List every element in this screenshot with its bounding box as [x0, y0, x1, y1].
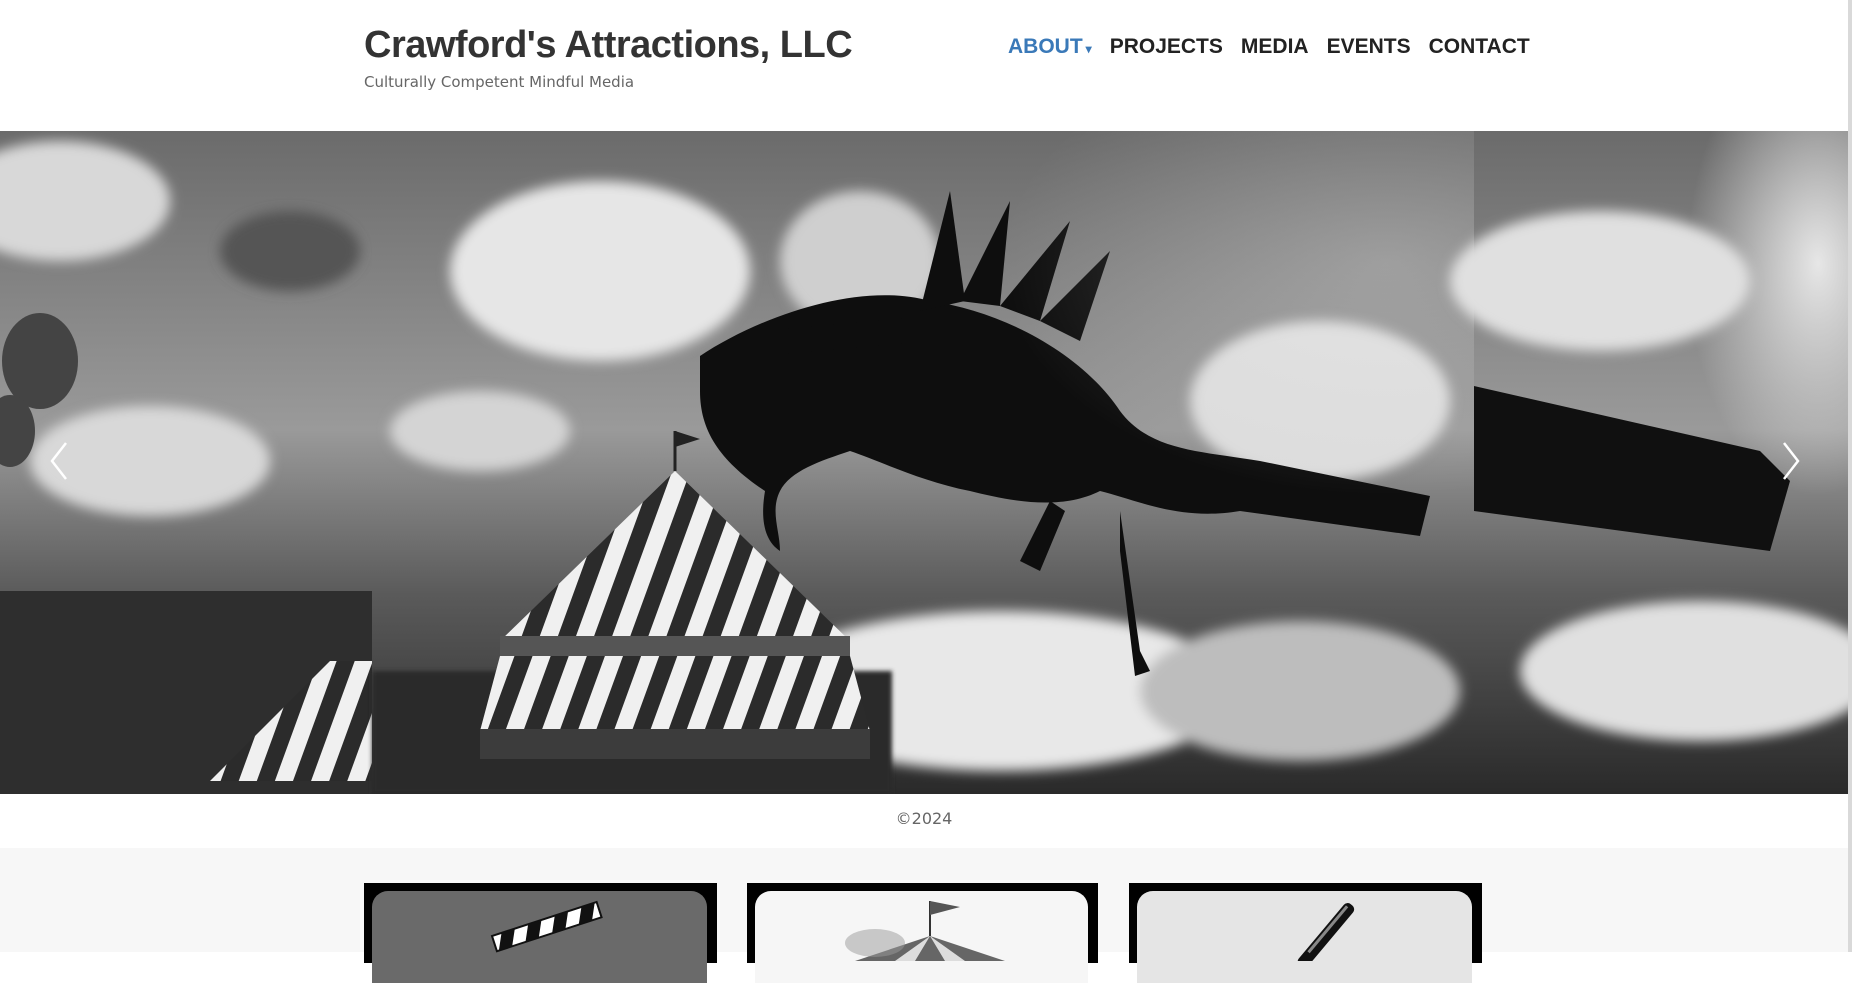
chevron-right-icon — [1783, 442, 1800, 480]
nav-item-about[interactable]: ABOUT ▾ — [1008, 35, 1092, 59]
card-film[interactable] — [364, 883, 717, 983]
nav-item-label: ABOUT — [1008, 35, 1083, 58]
current-slide — [372, 131, 1474, 794]
dropdown-caret-icon: ▾ — [1085, 42, 1092, 56]
clapperboard-icon — [490, 900, 603, 953]
hero-slider — [0, 131, 1848, 794]
nav-item-media[interactable]: MEDIA — [1241, 35, 1309, 59]
nav-item-label: CONTACT — [1428, 35, 1530, 58]
site-title[interactable]: Crawford's Attractions, LLC — [364, 24, 853, 67]
nav-item-events[interactable]: EVENTS — [1327, 35, 1411, 59]
nav-item-projects[interactable]: PROJECTS — [1110, 35, 1223, 59]
chevron-left-icon — [50, 442, 67, 480]
feature-cards — [0, 848, 1848, 983]
nav-item-label: PROJECTS — [1109, 35, 1223, 58]
copyright-text: ©2024 — [895, 809, 953, 828]
scrollbar-track[interactable] — [1848, 0, 1852, 952]
slider-prev-button[interactable] — [40, 431, 80, 491]
site-header: Crawford's Attractions, LLC Culturally C… — [0, 0, 1848, 131]
circus-tent-icon — [845, 901, 1005, 961]
card-writing[interactable] — [1129, 883, 1482, 983]
hero-slide-image — [0, 131, 1848, 794]
nav-item-label: EVENTS — [1326, 35, 1411, 58]
nav-item-contact[interactable]: CONTACT — [1429, 35, 1530, 59]
main-nav: ABOUT ▾ PROJECTS MEDIA EVENTS CONTACT — [1008, 35, 1530, 59]
copyright-bar: ©2024 — [0, 794, 1848, 848]
slider-next-button[interactable] — [1770, 431, 1810, 491]
card-circus[interactable] — [747, 883, 1098, 983]
nav-item-label: MEDIA — [1240, 35, 1309, 58]
pen-icon — [1297, 903, 1355, 968]
site-tagline: Culturally Competent Mindful Media — [364, 73, 635, 91]
